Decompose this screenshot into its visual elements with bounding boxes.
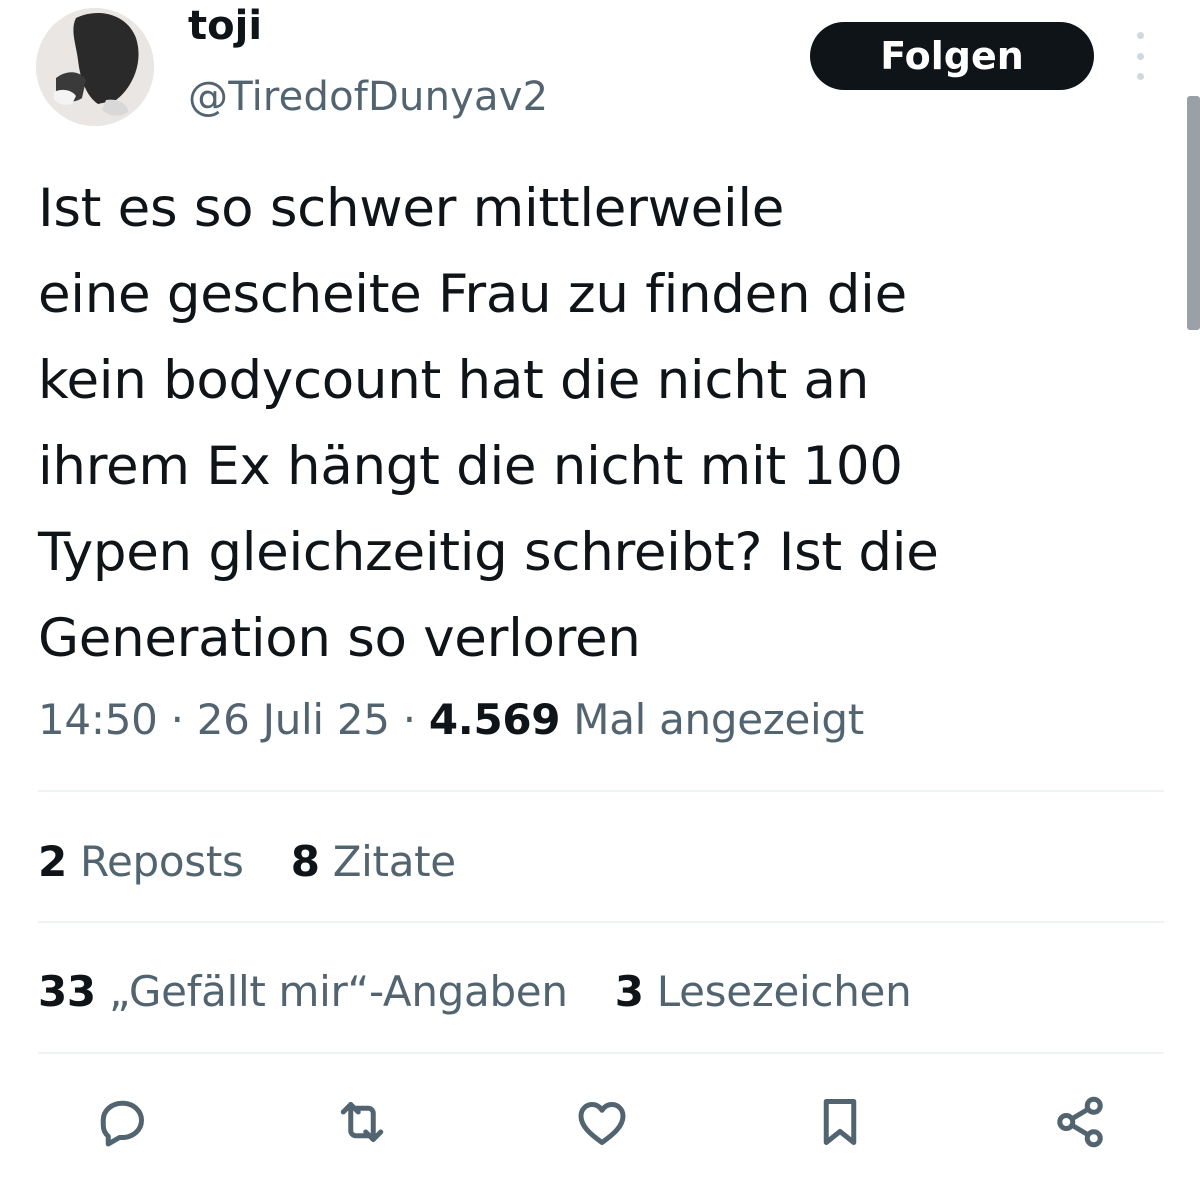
avatar[interactable] — [36, 8, 154, 126]
display-name[interactable]: toji — [188, 2, 262, 50]
divider — [38, 921, 1164, 923]
bookmarks-label: Lesezeichen — [656, 967, 912, 1016]
tweet-text-line: eine gescheite Frau zu finden die — [38, 264, 907, 325]
bookmarks-count: 3 — [614, 967, 644, 1016]
divider — [38, 790, 1164, 792]
views-label: Mal angezeigt — [573, 695, 864, 744]
more-options-icon[interactable] — [1126, 32, 1154, 80]
quotes-label: Zitate — [332, 837, 456, 886]
likes-count: 33 — [38, 967, 96, 1016]
user-handle[interactable]: @TiredofDunyav2 — [188, 72, 548, 122]
scrollbar[interactable] — [1187, 96, 1200, 330]
reposts-stat[interactable]: 2 Reposts — [38, 832, 244, 892]
views-count: 4.569 — [428, 695, 561, 744]
tweet-meta: 14:50 · 26 Juli 25 · 4.569 Mal angezeigt — [38, 690, 864, 750]
tweet-text: Ist es so schwer mittlerweile eine gesch… — [38, 166, 1138, 682]
share-icon[interactable] — [1048, 1090, 1112, 1154]
reposts-label: Reposts — [80, 837, 244, 886]
meta-separator: · — [170, 695, 184, 744]
quotes-stat[interactable]: 8 Zitate — [291, 832, 456, 892]
repost-icon[interactable] — [330, 1090, 394, 1154]
meta-separator: · — [402, 695, 416, 744]
action-bar — [0, 1090, 1200, 1160]
tweet-time[interactable]: 14:50 — [38, 695, 158, 744]
divider — [38, 1052, 1164, 1054]
bookmarks-stat[interactable]: 3 Lesezeichen — [615, 962, 912, 1022]
tweet-date[interactable]: 26 Juli 25 — [197, 695, 390, 744]
tweet-text-line: Ist es so schwer mittlerweile — [38, 178, 785, 239]
tweet-detail: toji @TiredofDunyav2 Folgen Ist es so sc… — [0, 0, 1200, 1198]
tweet-text-line: Typen gleichzeitig schreibt? Ist die — [38, 522, 939, 583]
stats-row-reposts: 2 Reposts 8 Zitate — [38, 832, 490, 892]
quotes-count: 8 — [290, 837, 320, 886]
tweet-text-line: ihrem Ex hängt die nicht mit 100 — [38, 436, 903, 497]
likes-stat[interactable]: 33 „Gefällt mir“-Angaben — [38, 962, 568, 1022]
stats-row-likes: 33 „Gefällt mir“-Angaben 3 Lesezeichen — [38, 962, 945, 1022]
tweet-text-line: Generation so verloren — [38, 608, 641, 669]
like-icon[interactable] — [570, 1090, 634, 1154]
likes-label: „Gefällt mir“-Angaben — [108, 967, 568, 1016]
bookmark-icon[interactable] — [808, 1090, 872, 1154]
follow-button[interactable]: Folgen — [810, 22, 1094, 90]
reposts-count: 2 — [38, 837, 67, 886]
reply-icon[interactable] — [90, 1090, 154, 1154]
tweet-text-line: kein bodycount hat die nicht an — [38, 350, 869, 411]
